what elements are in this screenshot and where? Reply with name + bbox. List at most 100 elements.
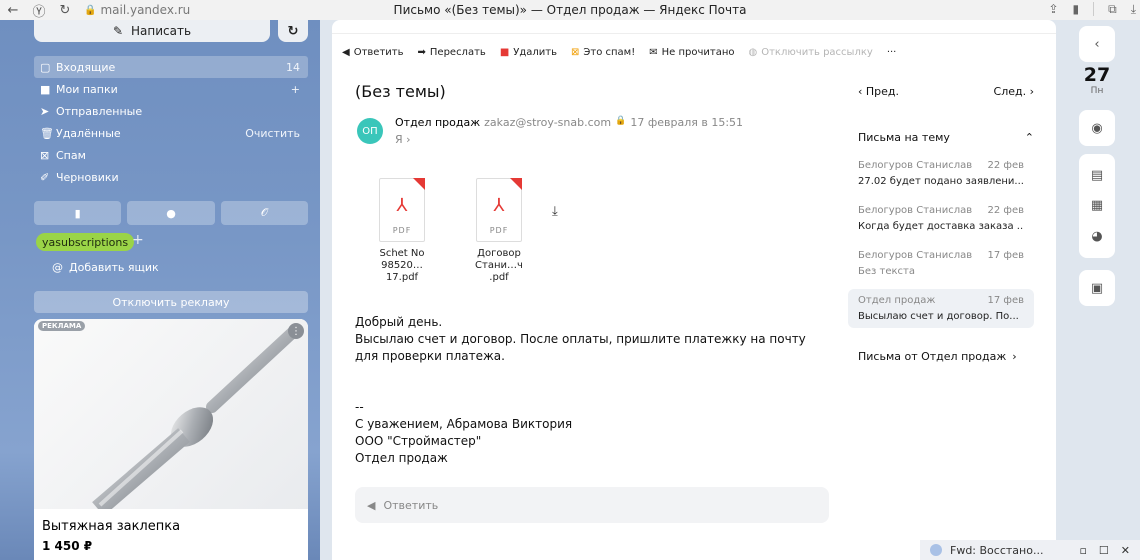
thread-item-current[interactable]: Отдел продаж 17 фев Высылаю счет и догово… xyxy=(848,289,1034,328)
sender-name[interactable]: Отдел продаж xyxy=(395,116,480,129)
thread-header[interactable]: Письма на тему ⌃ xyxy=(858,126,1034,148)
reload-icon[interactable]: ↻ xyxy=(52,3,78,18)
thread-item[interactable]: Белогуров Станислав 22 фев Когда будет до… xyxy=(848,199,1034,238)
attachment-name-line: Schet No xyxy=(379,248,425,259)
address-bar[interactable]: 🔒 mail.yandex.ru xyxy=(84,3,190,17)
close-icon[interactable]: ✕ xyxy=(1121,544,1130,557)
sender-email[interactable]: zakaz@stroy-snab.com xyxy=(484,116,611,129)
letter-date: 17 февраля в 15:51 xyxy=(630,116,744,129)
minimized-compose-bar[interactable]: Fwd: Восстано... ▫ ☐ ✕ xyxy=(920,540,1140,560)
thread-item[interactable]: Белогуров Станислав 17 фев Без текста xyxy=(848,244,1034,283)
calendar-widget[interactable]: 27 Пн xyxy=(1074,64,1120,96)
window-controls: ▫ ☐ ✕ xyxy=(1079,544,1140,557)
download-all-icon[interactable]: ⤓ xyxy=(552,204,558,219)
more-icon[interactable]: ⋮ xyxy=(288,323,304,339)
next-letter-button[interactable]: След. › xyxy=(994,85,1034,98)
ad-card[interactable]: РЕКЛАМА ⋮ Вытяжная заклепка 1 450 ₽ xyxy=(34,319,308,560)
unread-filter-button[interactable]: ● xyxy=(127,201,215,225)
telemost-button[interactable]: ◉ xyxy=(1079,110,1115,146)
folder-label: Входящие xyxy=(56,60,116,74)
divider xyxy=(1093,2,1095,16)
quick-reply-input[interactable]: ◀ Ответить xyxy=(355,487,829,523)
label-yasubscriptions[interactable]: yasubscriptions xyxy=(36,233,135,251)
delete-button[interactable]: ■ Удалить xyxy=(500,47,557,58)
forms-button[interactable]: ▣ xyxy=(1079,270,1115,306)
bookmark-icon: ▮ xyxy=(74,206,81,220)
yandex-logo-icon[interactable]: Ⓨ xyxy=(26,1,52,20)
draft-status-icon xyxy=(930,544,942,556)
reply-button[interactable]: ◀ Ответить xyxy=(342,47,404,58)
unread-label: Не прочитано xyxy=(661,46,735,58)
pdf-corner xyxy=(510,178,522,190)
file-type: PDF xyxy=(392,226,412,235)
trash-icon: ■ xyxy=(499,46,510,58)
thread-date: 22 фев xyxy=(987,160,1025,171)
more-actions-button[interactable]: ··· xyxy=(887,47,897,58)
compose-button[interactable]: ✎ Написать xyxy=(34,20,270,42)
sender-avatar[interactable]: ОП xyxy=(357,118,383,144)
pdf-file-icon: ⅄ PDF xyxy=(379,178,425,242)
recipient-toggle[interactable]: Я › xyxy=(395,133,411,146)
folder-drafts[interactable]: ✐ Черновики xyxy=(34,166,308,188)
body-line: -- xyxy=(355,400,364,414)
url-text: mail.yandex.ru xyxy=(100,3,191,17)
thread-item[interactable]: Белогуров Станислав 22 фев 27.02 будет по… xyxy=(848,154,1034,193)
disable-ads-button[interactable]: Отключить рекламу xyxy=(34,291,308,313)
letter-navigation: ‹ Пред. След. › xyxy=(858,80,1034,102)
letter-view: ◀ Ответить ➡ Переслать ■ Удалить ⊠ Это спам!… xyxy=(332,20,1056,560)
thread-date: 17 фев xyxy=(987,250,1025,261)
inbox-icon: ▢ xyxy=(40,60,51,74)
attachment-invoice[interactable]: ⅄ PDF Schet No 98520…17.pdf xyxy=(367,178,437,284)
unsubscribe-icon: ◍ xyxy=(748,46,758,58)
folder-spam[interactable]: ⊠ Спам xyxy=(34,144,308,166)
folder-sent[interactable]: ➤ Отправленные xyxy=(34,100,308,122)
forward-button[interactable]: ➡ Переслать xyxy=(418,47,486,58)
clear-trash-button[interactable]: Очистить xyxy=(245,127,308,140)
ad-badge: РЕКЛАМА xyxy=(38,321,86,331)
mark-unread-button[interactable]: ✉ Не прочитано xyxy=(649,47,734,58)
apps-grid-icon[interactable]: ▦ xyxy=(1091,198,1103,213)
mail-sidebar: ✎ Написать ↻ ▢ Входящие 14 ■ Мои папки +… xyxy=(0,20,320,560)
letters-from-sender-link[interactable]: Письма от Отдел продаж › xyxy=(858,350,1034,363)
back-arrow-icon[interactable]: ← xyxy=(0,3,26,18)
lock-icon: 🔒 xyxy=(84,4,97,16)
chevron-right-icon: › xyxy=(1012,350,1017,363)
folder-deleted[interactable]: 🗑 Удалённые Очистить xyxy=(34,122,308,144)
body-line: Добрый день. xyxy=(355,315,443,329)
add-mailbox-link[interactable]: @ Добавить ящик xyxy=(52,261,159,274)
collections-icon[interactable]: ⧉ xyxy=(1108,2,1117,17)
unsubscribe-button[interactable]: ◍ Отключить рассылку xyxy=(749,47,873,58)
unsubscribe-label: Отключить рассылку xyxy=(761,46,873,58)
maximize-icon[interactable]: ☐ xyxy=(1099,544,1109,557)
sender-line: Отдел продаж zakaz@stroy-snab.com 🔒 17 ф… xyxy=(395,116,743,129)
folder-inbox[interactable]: ▢ Входящие 14 xyxy=(34,56,308,78)
disk-icon[interactable]: ◕ xyxy=(1091,229,1102,244)
important-filter-button[interactable]: ▮ xyxy=(34,201,122,225)
prev-letter-button[interactable]: ‹ Пред. xyxy=(858,85,899,98)
calendar-weekday: Пн xyxy=(1090,86,1104,96)
draft-icon: ✐ xyxy=(40,170,50,184)
download-icon[interactable]: ⤓ xyxy=(1131,2,1136,17)
letter-subject: (Без темы) xyxy=(355,82,446,101)
refresh-button[interactable]: ↻ xyxy=(278,20,308,42)
pdf-corner xyxy=(413,178,425,190)
video-icon: ◉ xyxy=(1091,120,1103,136)
collapse-rail-button[interactable]: ‹ xyxy=(1079,26,1115,62)
thread-from: Белогуров Станислав xyxy=(858,250,973,261)
add-label-button[interactable]: + xyxy=(132,232,144,248)
thread-title: Письма на тему xyxy=(858,130,950,144)
rivet-image xyxy=(92,327,298,516)
thread-from: Белогуров Станислав xyxy=(858,205,973,216)
share-icon[interactable]: ⇪ xyxy=(1048,2,1058,17)
attachments-filter-button[interactable]: 𝒪 xyxy=(220,201,308,225)
chevron-up-icon: ⌃ xyxy=(1024,130,1034,144)
browser-toolbar: ← Ⓨ ↻ 🔒 mail.yandex.ru Письмо «(Без темы… xyxy=(0,0,1140,20)
minimize-icon[interactable]: ▫ xyxy=(1079,544,1086,557)
attachment-contract[interactable]: ⅄ PDF Договор Стани…ч .pdf xyxy=(464,178,534,284)
folder-label: Удалённые xyxy=(56,126,121,140)
spam-button[interactable]: ⊠ Это спам! xyxy=(571,47,635,58)
add-folder-button[interactable]: + xyxy=(291,83,308,96)
folder-my-folders[interactable]: ■ Мои папки + xyxy=(34,78,308,100)
notes-icon[interactable]: ▤ xyxy=(1091,168,1103,183)
bookmark-icon[interactable]: ▮ xyxy=(1073,2,1080,17)
